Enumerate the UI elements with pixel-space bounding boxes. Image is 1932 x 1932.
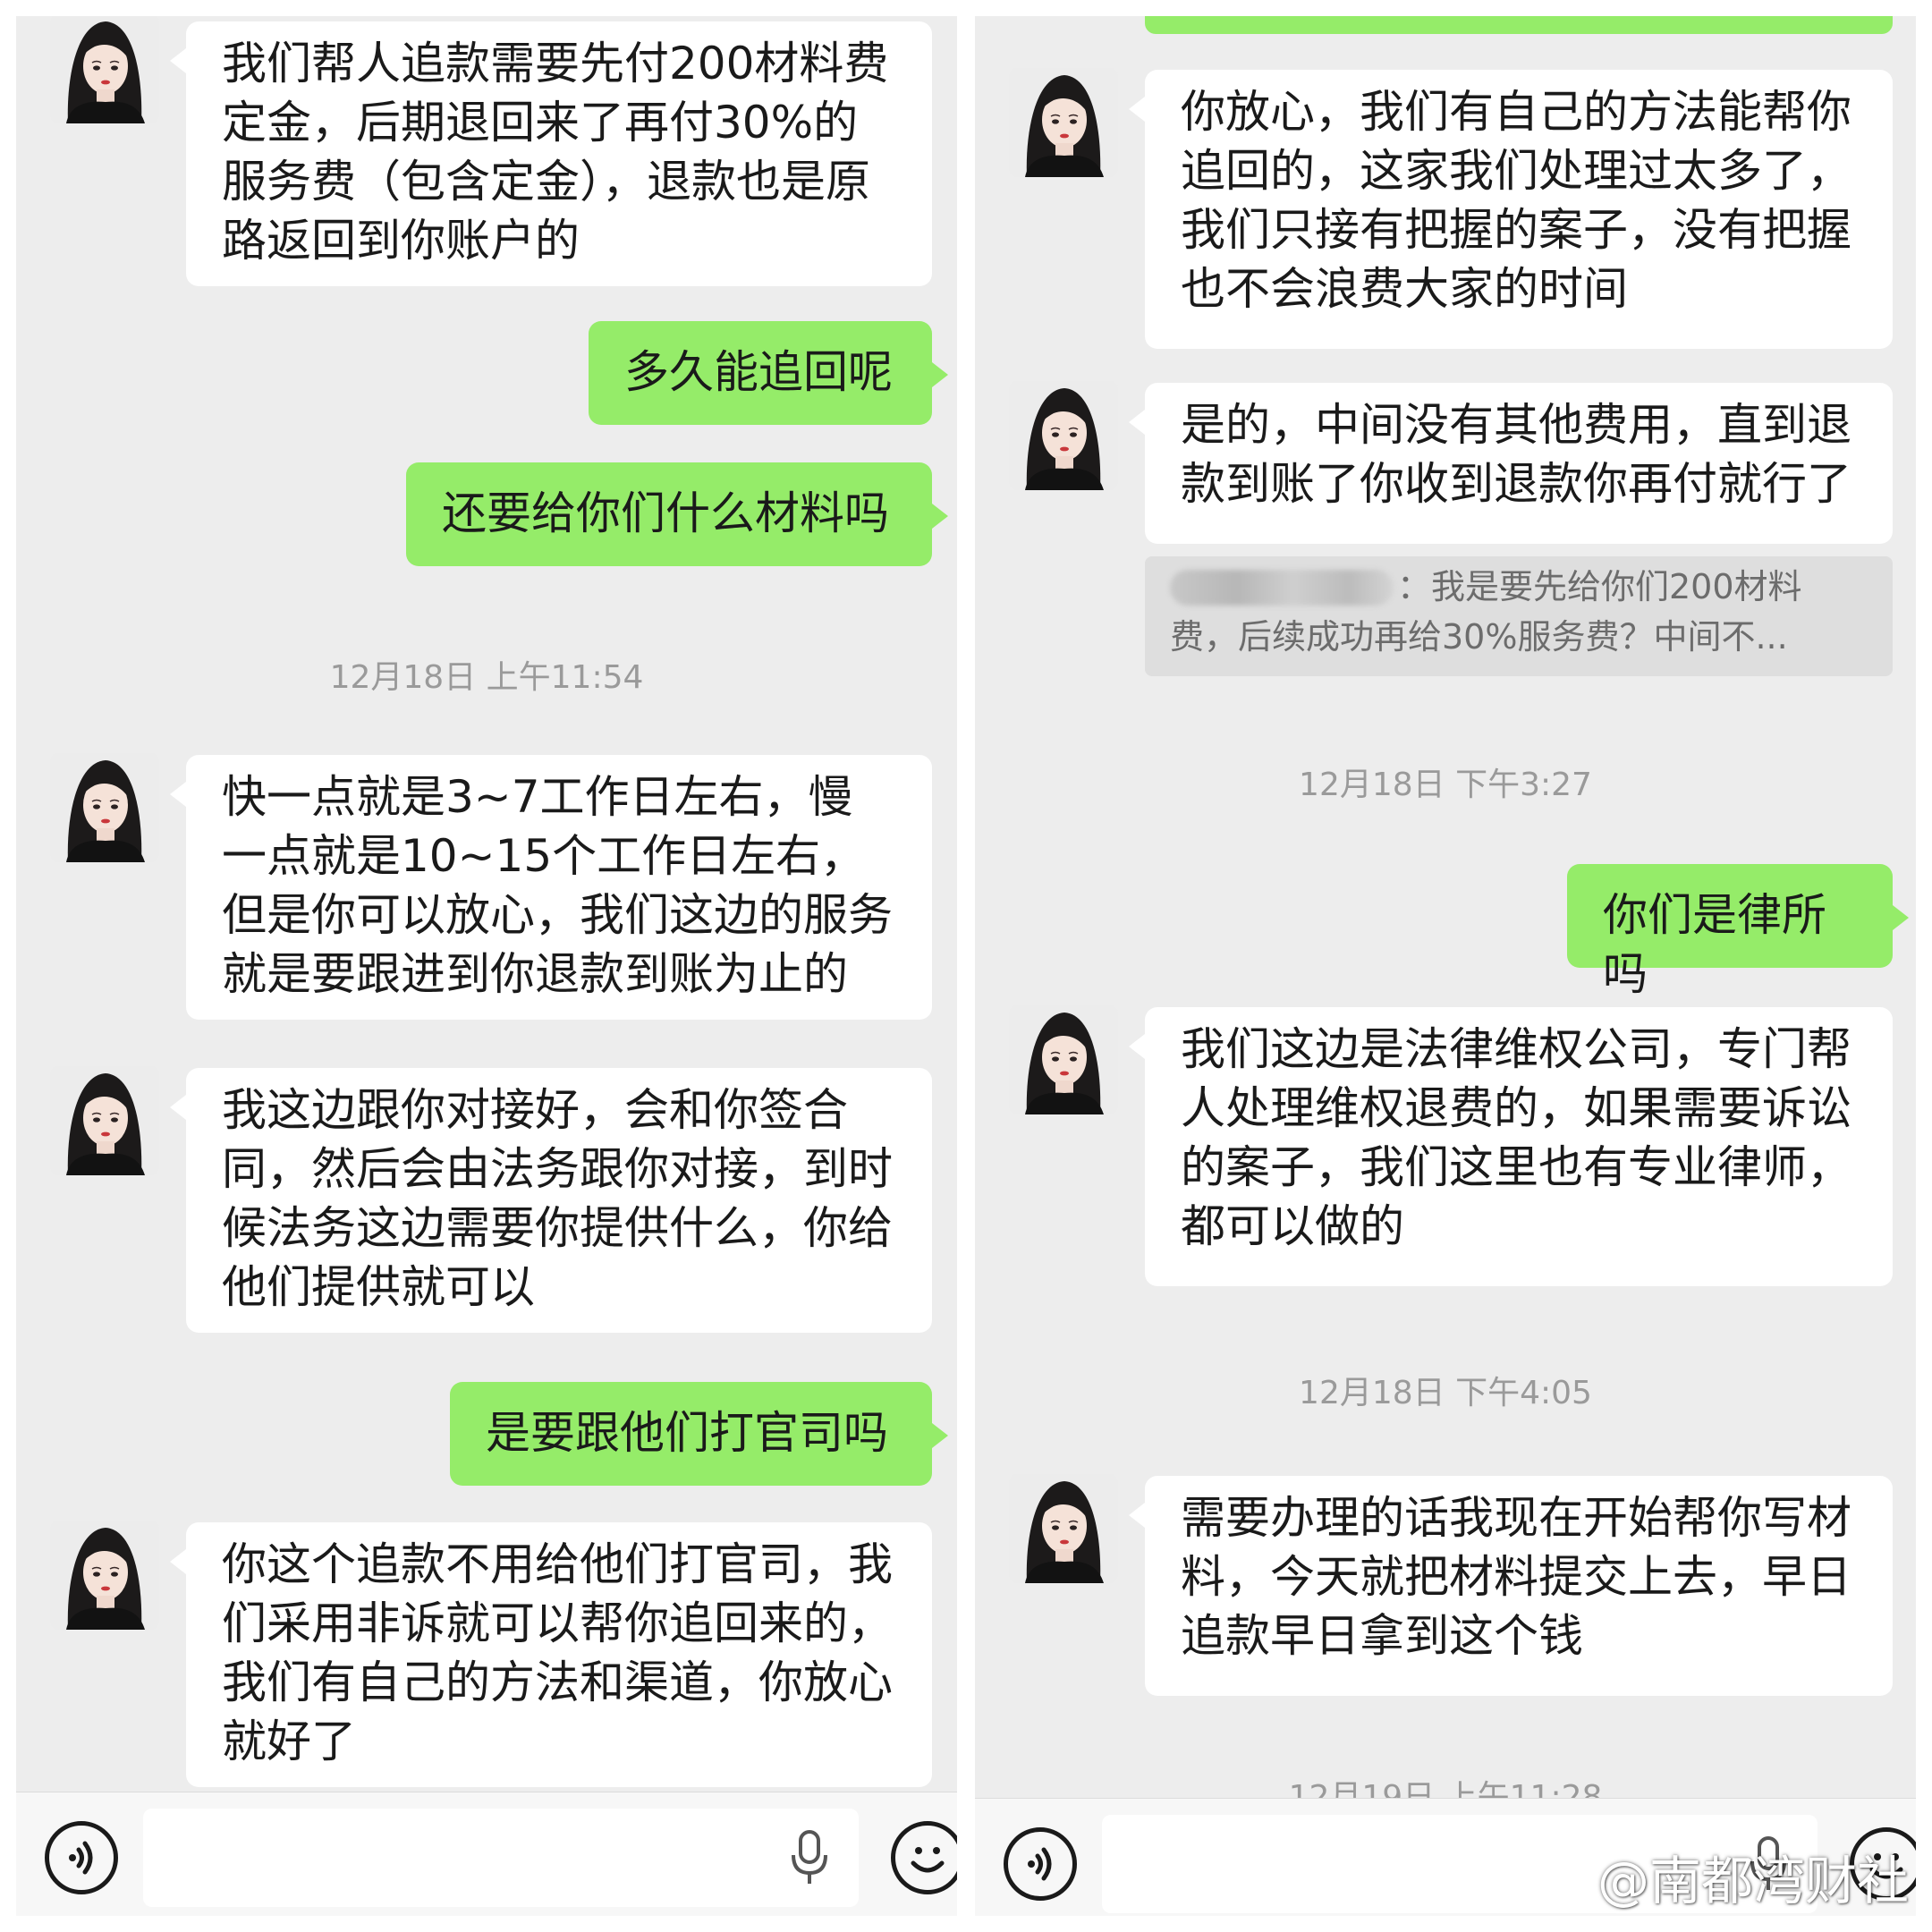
avatar-image: [1009, 381, 1118, 490]
microphone-icon[interactable]: [787, 1828, 832, 1887]
smiley-face-icon: [911, 1847, 945, 1873]
contact-avatar[interactable]: [50, 1521, 159, 1630]
contact-avatar[interactable]: [50, 753, 159, 862]
incoming-message: 我们这边是法律维权公司，专门帮人处理维权退费的，如果需要诉讼的案子，我们这里也有…: [1129, 1007, 1893, 1286]
incoming-message: 是的，中间没有其他费用，直到退款到账了你收到退款你再付就行了: [1129, 383, 1893, 544]
message-input[interactable]: [143, 1809, 859, 1907]
voice-toggle-icon[interactable]: [45, 1821, 118, 1894]
chat-panel-right: 你放心，我们有自己的方法能帮你追回的，这家我们处理过太多了，我们只接有把握的案子…: [975, 16, 1916, 1916]
chat-input-bar: [16, 1792, 957, 1916]
outgoing-message: 是要跟他们打官司吗: [450, 1382, 948, 1486]
voice-wave-icon: [69, 1841, 93, 1875]
avatar-image: [1009, 68, 1118, 177]
avatar-image: [50, 1066, 159, 1175]
message-timestamp: 12月18日 下午3:27: [1299, 767, 1592, 803]
emoji-icon[interactable]: [891, 1821, 957, 1894]
outgoing-message: 多久能追回呢: [589, 321, 948, 425]
quote-line-2: 费，后续成功再给30%服务费？中间不...: [1170, 617, 1788, 657]
incoming-message: 我们帮人追款需要先付200材料费定金，后期退回来了再付30%的服务费（包含定金）…: [170, 21, 932, 286]
watermark: @南都湾财社: [1519, 1839, 1909, 1914]
incoming-message: 需要办理的话我现在开始帮你写材料，今天就把材料提交上去，早日追款早日拿到这个钱: [1129, 1476, 1893, 1696]
avatar-image: [1009, 1474, 1118, 1583]
avatar-image: [50, 1521, 159, 1630]
chat-panel-left: 我们帮人追款需要先付200材料费定金，后期退回来了再付30%的服务费（包含定金）…: [16, 16, 957, 1916]
watermark-text: @南都湾财社: [1597, 1851, 1909, 1911]
quoted-message[interactable]: ：我是要先给你们200材料 费，后续成功再给30%服务费？中间不...: [1145, 556, 1893, 676]
contact-avatar[interactable]: [1009, 68, 1118, 177]
contact-avatar[interactable]: [1009, 1005, 1118, 1114]
contact-avatar[interactable]: [1009, 381, 1118, 490]
quote-line-1: ：我是要先给你们200材料: [1397, 567, 1802, 606]
voice-wave-icon: [1028, 1847, 1052, 1881]
contact-avatar[interactable]: [1009, 1474, 1118, 1583]
message-timestamp: 12月18日 下午4:05: [1299, 1375, 1592, 1411]
outgoing-message: 还要给你们什么材料吗: [406, 462, 948, 566]
voice-toggle-icon[interactable]: [1004, 1827, 1077, 1901]
weibo-icon: [1521, 1855, 1583, 1902]
avatar-image: [50, 753, 159, 862]
blurred-username: [1170, 570, 1394, 606]
contact-avatar[interactable]: [50, 16, 159, 123]
message-timestamp: 12月18日 上午11:54: [329, 659, 644, 696]
incoming-message: 你放心，我们有自己的方法能帮你追回的，这家我们处理过太多了，我们只接有把握的案子…: [1129, 70, 1893, 349]
incoming-message: 你这个追款不用给他们打官司，我们采用非诉就可以帮你追回来的，我们有自己的方法和渠…: [170, 1522, 932, 1787]
incoming-message: 我这边跟你对接好，会和你签合同，然后会由法务跟你对接，到时候法务这边需要你提供什…: [170, 1068, 932, 1333]
avatar-image: [50, 16, 159, 123]
incoming-message: 快一点就是3~7工作日左右，慢一点就是10~15个工作日左右，但是你可以放心，我…: [170, 755, 932, 1020]
outgoing-message-partial: [1145, 16, 1893, 34]
outgoing-message: 你们是律所吗: [1567, 864, 1909, 1000]
avatar-image: [1009, 1005, 1118, 1114]
contact-avatar[interactable]: [50, 1066, 159, 1175]
